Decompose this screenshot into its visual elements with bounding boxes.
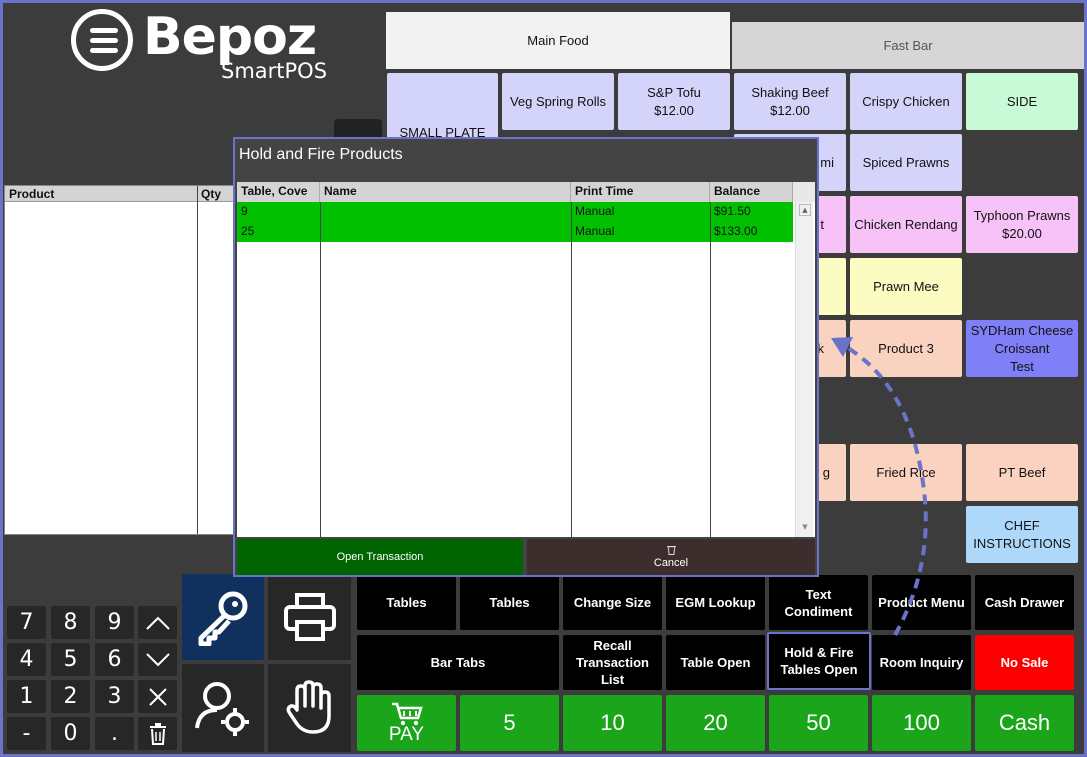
product-spiced-prawns[interactable]: Spiced Prawns [850, 134, 962, 191]
key-8[interactable]: 8 [51, 606, 90, 639]
hold-fire-dialog: Hold and Fire Products Table, Cove Name … [233, 137, 819, 577]
clear-x-icon[interactable] [138, 680, 177, 713]
no-sale-button[interactable]: No Sale [975, 635, 1074, 690]
cash-button[interactable]: Cash [975, 695, 1074, 751]
product-sydham-croissant[interactable]: SYDHam Cheese Croissant Test [966, 320, 1078, 377]
logo-text: Bepoz [143, 7, 317, 67]
pos-window: Bepoz SmartPOS Product Qty Main Food Fas… [3, 3, 1084, 754]
scroll-up-icon[interactable]: ▲ [799, 204, 811, 216]
printer-icon[interactable] [268, 574, 351, 660]
column-print-time[interactable]: Print Time [571, 182, 710, 202]
denomination-100-button[interactable]: 100 [872, 695, 971, 751]
open-transaction-button[interactable]: Open Transaction [237, 539, 523, 575]
denomination-10-button[interactable]: 10 [563, 695, 662, 751]
egm-lookup-button[interactable]: EGM Lookup [666, 575, 765, 630]
product-shaking-beef[interactable]: Shaking Beef $12.00 [734, 73, 846, 130]
product-chef-instructions[interactable]: CHEF INSTRUCTIONS [966, 506, 1078, 563]
trash-icon [666, 546, 676, 555]
dialog-title: Hold and Fire Products [239, 146, 403, 163]
product-pt-beef[interactable]: PT Beef [966, 444, 1078, 501]
denomination-50-button[interactable]: 50 [769, 695, 868, 751]
key-7[interactable]: 7 [7, 606, 46, 639]
key-0[interactable]: 0 [51, 717, 90, 750]
table-open-button[interactable]: Table Open [666, 635, 765, 690]
cancel-button[interactable]: Cancel [527, 539, 815, 575]
product-prawn-mee[interactable]: Prawn Mee [850, 258, 962, 315]
tables-button-1[interactable]: Tables [357, 575, 456, 630]
key-minus[interactable]: - [7, 717, 46, 750]
change-size-button[interactable]: Change Size [563, 575, 662, 630]
user-settings-icon[interactable] [182, 664, 264, 752]
key-1[interactable]: 1 [7, 680, 46, 713]
column-product: Product [9, 187, 55, 201]
menu-icon[interactable] [71, 9, 133, 71]
hold-fire-grid: Table, Cove Name Print Time Balance 9 Ma… [237, 182, 815, 537]
column-table-cover[interactable]: Table, Cove [237, 182, 320, 202]
product-typhoon-prawns[interactable]: Typhoon Prawns $20.00 [966, 196, 1078, 253]
product-crispy-chicken[interactable]: Crispy Chicken [850, 73, 962, 130]
hand-stop-icon[interactable] [268, 664, 351, 752]
product-veg-spring-rolls[interactable]: Veg Spring Rolls [502, 73, 614, 130]
column-name[interactable]: Name [320, 182, 571, 202]
denomination-20-button[interactable]: 20 [666, 695, 765, 751]
down-arrow-icon[interactable] [138, 643, 177, 676]
key-9[interactable]: 9 [95, 606, 134, 639]
key-6[interactable]: 6 [95, 643, 134, 676]
tab-main-food[interactable]: Main Food [386, 12, 730, 69]
up-arrow-icon[interactable] [138, 606, 177, 639]
key-dot[interactable]: . [95, 717, 134, 750]
bar-tabs-button[interactable]: Bar Tabs [357, 635, 559, 690]
recall-transaction-list-button[interactable]: Recall Transaction List [563, 635, 662, 690]
tab-fast-bar[interactable]: Fast Bar [732, 22, 1084, 69]
room-inquiry-button[interactable]: Room Inquiry [872, 635, 971, 690]
cart-icon [391, 702, 423, 726]
column-balance[interactable]: Balance [710, 182, 793, 202]
scroll-down-icon[interactable]: ▼ [799, 521, 811, 533]
key-3[interactable]: 3 [95, 680, 134, 713]
product-side[interactable]: SIDE [966, 73, 1078, 130]
key-icon[interactable] [182, 574, 264, 660]
grid-scrollbar[interactable]: ▲ ▼ [795, 202, 813, 537]
trash-icon[interactable] [138, 717, 177, 750]
cash-drawer-button[interactable]: Cash Drawer [975, 575, 1074, 630]
column-qty: Qty [201, 187, 222, 201]
annotation-arrow [831, 337, 928, 636]
product-chicken-rendang[interactable]: Chicken Rendang [850, 196, 962, 253]
key-4[interactable]: 4 [7, 643, 46, 676]
denomination-5-button[interactable]: 5 [460, 695, 559, 751]
key-5[interactable]: 5 [51, 643, 90, 676]
key-2[interactable]: 2 [51, 680, 90, 713]
tables-button-2[interactable]: Tables [460, 575, 559, 630]
product-sp-tofu[interactable]: S&P Tofu $12.00 [618, 73, 730, 130]
order-list: Product Qty [4, 185, 236, 535]
pay-button[interactable]: PAY [357, 695, 456, 751]
logo-subtitle: SmartPOS [221, 59, 328, 83]
